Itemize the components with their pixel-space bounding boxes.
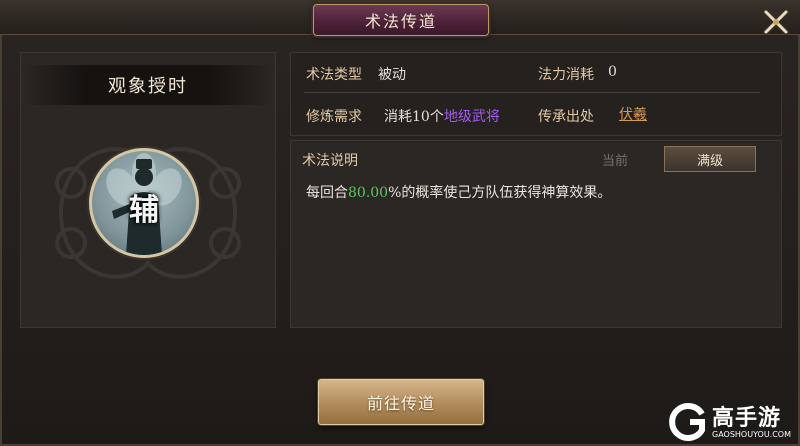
description-probability: 80.00 xyxy=(348,185,389,201)
dialog-title-plate: 术法传道 xyxy=(313,4,489,36)
requirement-prefix: 消耗10个 xyxy=(384,109,444,125)
source-link[interactable]: 伏羲 xyxy=(619,104,647,124)
skill-info-panel xyxy=(290,52,782,136)
go-teach-label: 前往传道 xyxy=(366,394,435,413)
mana-cost-value: 0 xyxy=(608,64,617,80)
skill-type-value: 被动 xyxy=(378,67,406,83)
description-prefix: 每回合 xyxy=(306,185,348,201)
skill-name: 观象授时 xyxy=(108,76,188,97)
source-label: 传承出处 xyxy=(538,109,594,125)
requirement-label: 修炼需求 xyxy=(306,109,362,125)
watermark-logo: 高手游 GAOSHOUYOU.COM xyxy=(668,400,798,444)
description-text: 每回合80.00%的概率使己方队伍获得神算效果。 xyxy=(306,182,611,202)
description-heading: 术法说明 xyxy=(302,153,358,169)
tab-current-level[interactable]: 当前 xyxy=(590,147,640,171)
skill-type-label: 术法类型 xyxy=(306,67,362,83)
go-teach-button[interactable]: 前往传道 xyxy=(318,379,484,425)
skill-avatar: 辅 xyxy=(89,148,199,258)
mana-cost-label: 法力消耗 xyxy=(538,67,594,83)
close-button[interactable] xyxy=(758,4,794,40)
brand-domain: GAOSHOUYOU.COM xyxy=(712,430,792,439)
brand-name: 高手游 xyxy=(712,406,782,431)
requirement-highlight: 地级武将 xyxy=(443,109,500,125)
dialog-title: 术法传道 xyxy=(364,12,437,31)
avatar-character: 辅 xyxy=(129,193,159,228)
requirement-value: 消耗10个地级武将 xyxy=(384,106,500,126)
skill-name-plate: 观象授时 xyxy=(21,65,275,105)
info-divider xyxy=(304,92,760,93)
close-icon xyxy=(763,9,789,35)
brand-logo-icon xyxy=(669,403,705,441)
description-suffix: %的概率使己方队伍获得神算效果。 xyxy=(388,185,612,201)
tab-max-level[interactable]: 满级 xyxy=(664,146,756,172)
